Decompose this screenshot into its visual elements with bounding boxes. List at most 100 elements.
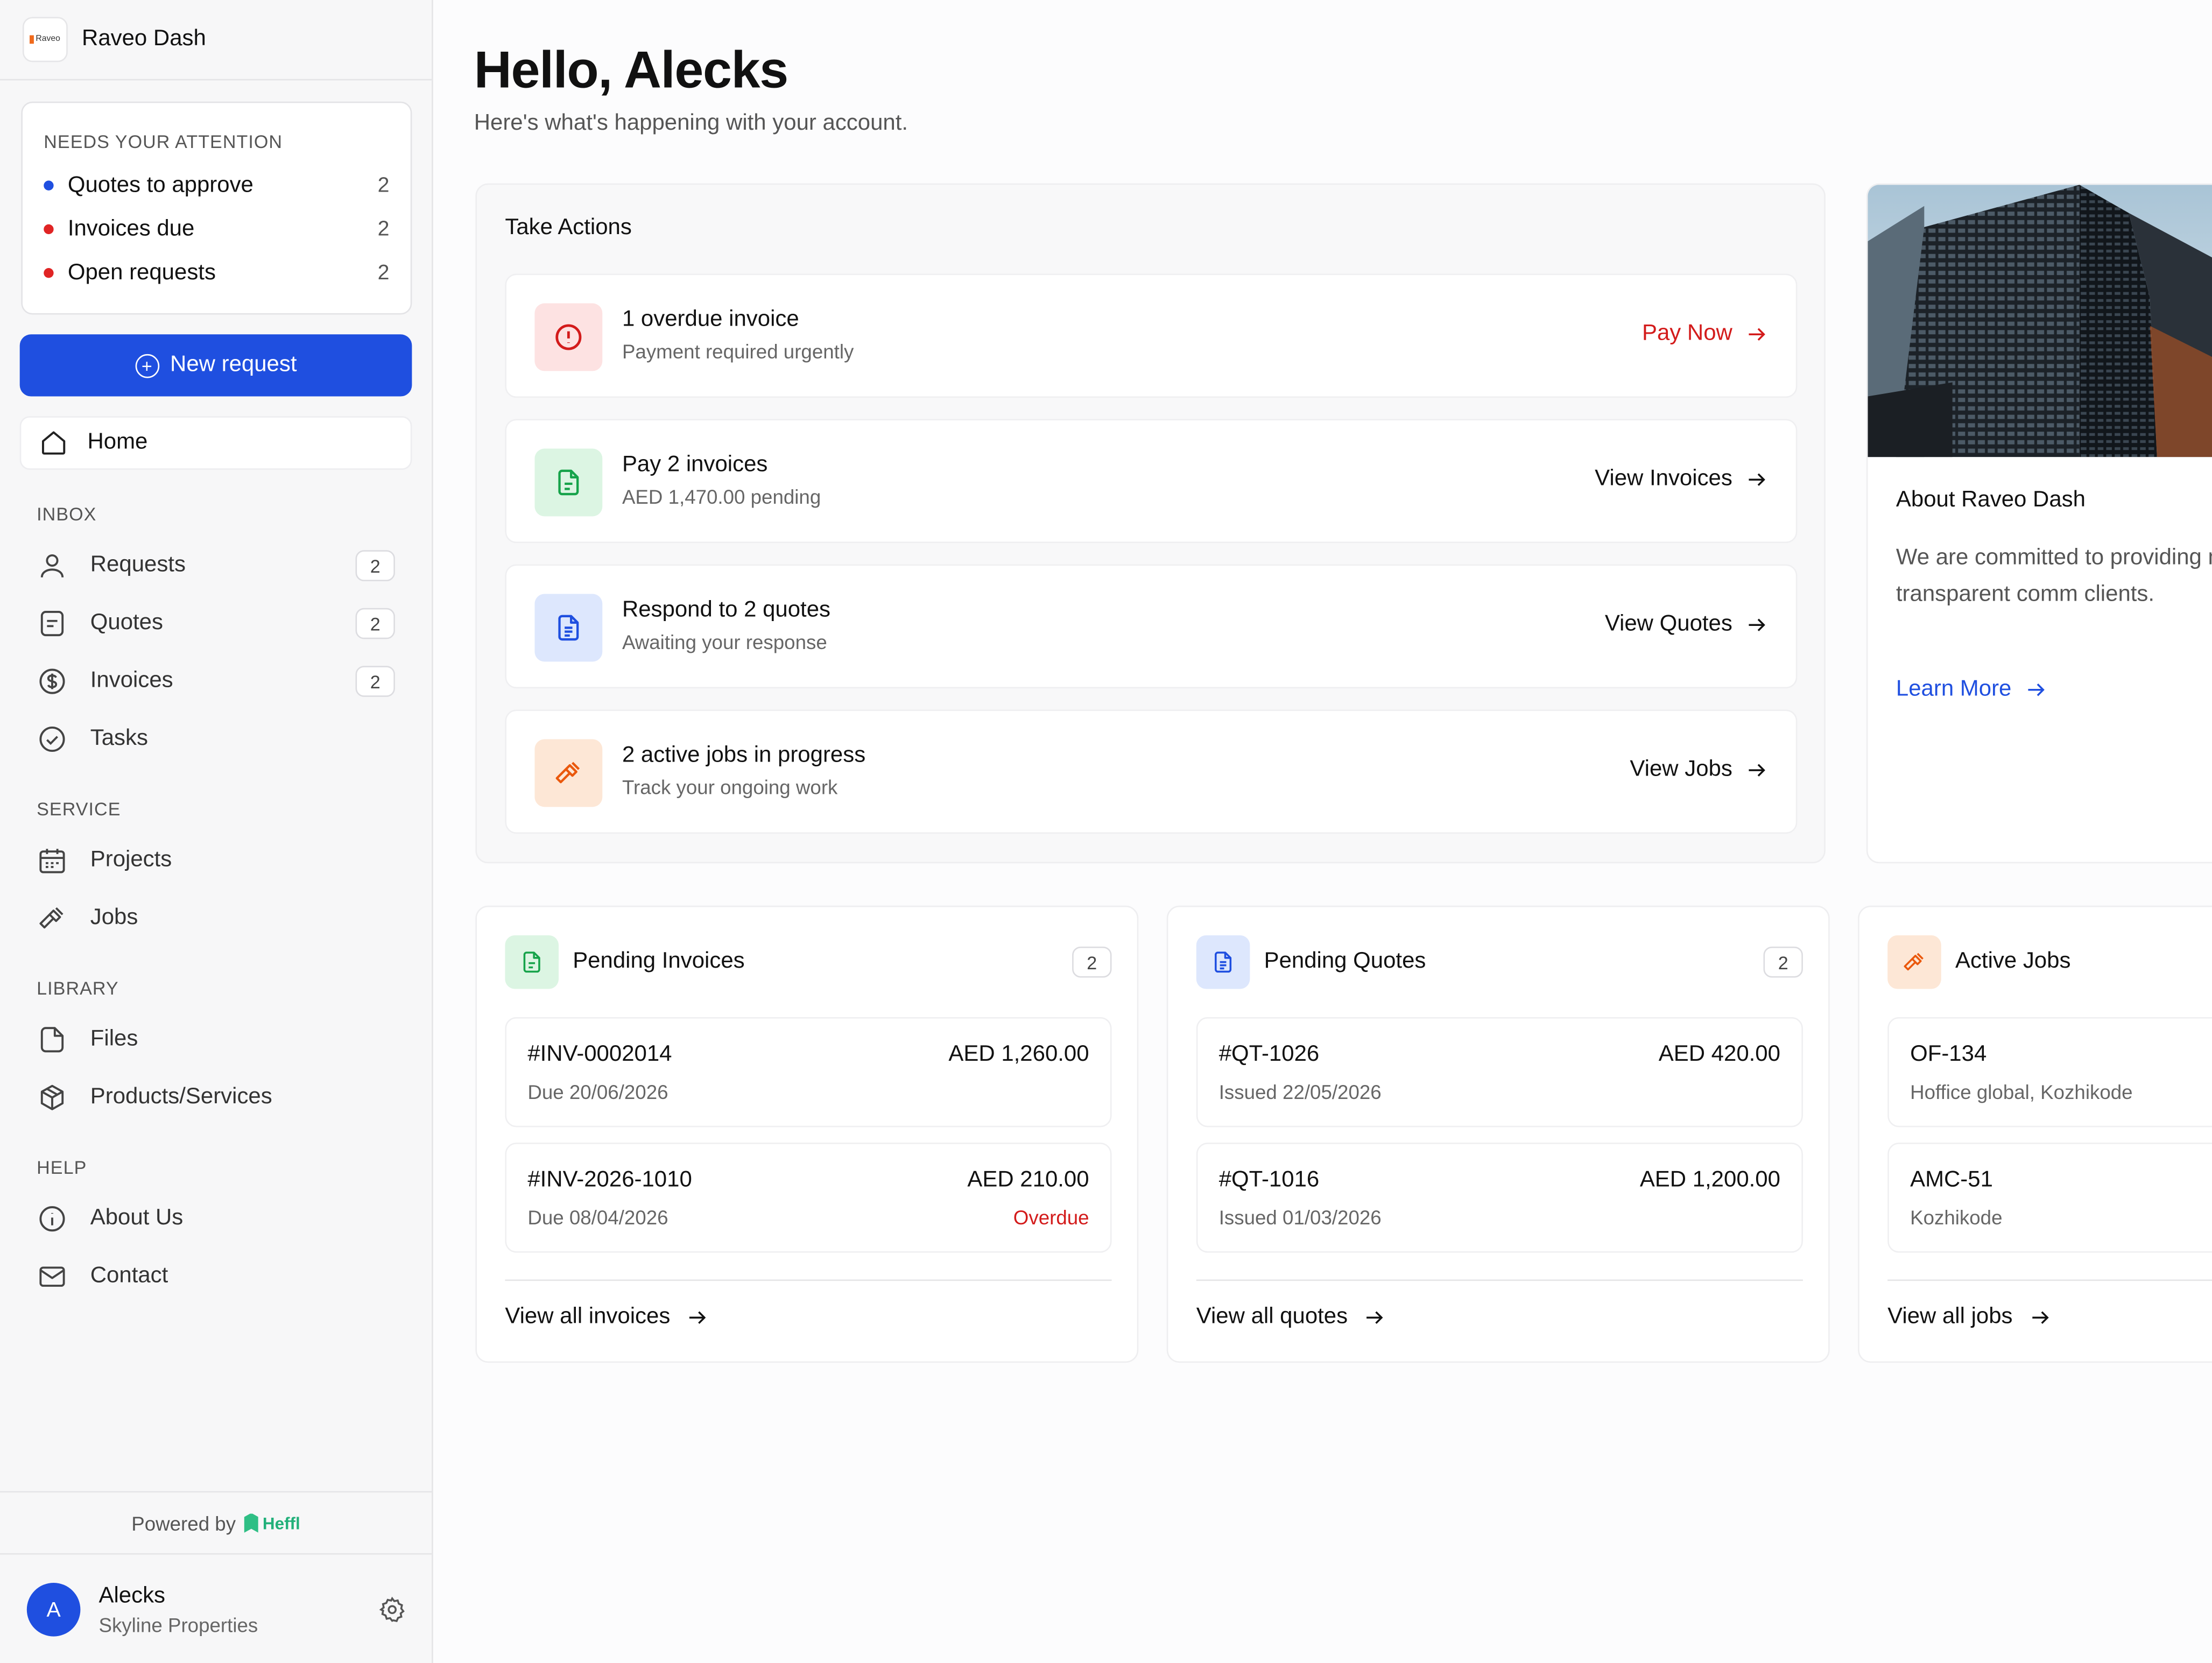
invoice-item[interactable]: #INV-0002014 Due 20/06/2026 AED 1,260.00 <box>505 1017 1112 1128</box>
view-all-invoices-link[interactable]: View all invoices <box>505 1305 708 1330</box>
invoice-due: Due 20/06/2026 <box>527 1080 668 1103</box>
red-dot-icon <box>44 268 54 278</box>
invoice-item[interactable]: #INV-2026-1010 Due 08/04/2026 AED 210.00… <box>505 1143 1112 1253</box>
sidebar-item-label: Requests <box>90 553 186 577</box>
sidebar-item-invoices[interactable]: Invoices 2 <box>37 660 395 703</box>
sidebar-item-label: Files <box>90 1027 138 1051</box>
view-all-label: View all jobs <box>1887 1305 2013 1329</box>
job-id: OF-134 <box>1910 1042 1987 1067</box>
avatar: A <box>26 1582 81 1637</box>
arrow-right-icon <box>1366 1311 1384 1324</box>
learn-more-link[interactable]: Learn More <box>1896 677 2047 702</box>
attention-item-requests[interactable]: Open requests 2 <box>44 251 389 295</box>
sidebar-item-contact[interactable]: Contact <box>37 1256 395 1298</box>
brand-logo: Raveo <box>22 17 68 62</box>
invoice-amount: AED 210.00 <box>967 1168 1089 1192</box>
count-badge: 2 <box>355 550 395 581</box>
job-item[interactable]: OF-134 Hoffice global, Kozhikode <box>1887 1017 2212 1128</box>
panel-header: Pending Invoices 2 <box>505 935 1112 989</box>
action-row-jobs[interactable]: 2 active jobs in progress Track your ong… <box>505 709 1798 834</box>
attention-label: Open requests <box>67 260 216 285</box>
divider <box>1887 1279 2212 1281</box>
vendor-name: Heffl <box>262 1513 300 1533</box>
sidebar-item-label: Invoices <box>90 668 173 693</box>
quote-item[interactable]: #QT-1026 Issued 22/05/2026 AED 420.00 <box>1196 1017 1803 1128</box>
attention-label: Invoices due <box>67 216 195 241</box>
action-row-overdue[interactable]: 1 overdue invoice Payment required urgen… <box>505 273 1798 398</box>
divider <box>505 1279 1112 1281</box>
gear-icon[interactable] <box>378 1596 406 1624</box>
action-link-label: View Jobs <box>1630 757 1732 782</box>
view-quotes-link[interactable]: View Quotes <box>1605 612 1768 638</box>
blue-dot-icon <box>44 180 54 191</box>
about-card: About Raveo Dash We are committed to pro… <box>1866 183 2212 864</box>
pending-invoices-panel: Pending Invoices 2 #INV-0002014 Due 20/0… <box>475 905 1139 1363</box>
sidebar-item-products[interactable]: Products/Services <box>37 1076 395 1119</box>
sidebar-item-about[interactable]: About Us <box>37 1197 395 1240</box>
vendor-logo[interactable]: Heffl <box>244 1513 300 1533</box>
action-link-label: View Invoices <box>1595 467 1732 491</box>
sidebar-item-quotes[interactable]: Quotes 2 <box>37 602 395 645</box>
app-root: Raveo Raveo Dash NEEDS YOUR ATTENTION Qu… <box>0 0 2212 1663</box>
new-request-label: New request <box>170 353 297 377</box>
alert-circle-icon <box>534 303 603 371</box>
action-row-pay-invoices[interactable]: Pay 2 invoices AED 1,470.00 pending View… <box>505 419 1798 544</box>
invoice-due: Due 08/04/2026 <box>527 1206 668 1229</box>
sidebar-item-label: About Us <box>90 1206 184 1230</box>
job-item[interactable]: AMC-51 Kozhikode <box>1887 1143 2212 1253</box>
new-request-button[interactable]: + New request <box>19 334 412 397</box>
powered-by: Powered by Heffl <box>0 1491 432 1555</box>
sidebar-item-files[interactable]: Files <box>37 1019 395 1061</box>
calendar-icon <box>39 849 65 873</box>
about-text: We are committed to providing maintainin… <box>1896 546 2212 607</box>
invoice-doc-icon <box>534 448 603 517</box>
count-badge: 2 <box>1763 946 1803 978</box>
home-icon <box>41 431 66 455</box>
mail-icon <box>39 1266 65 1287</box>
section-service: SERVICE <box>37 798 121 820</box>
sidebar-item-label: Jobs <box>90 905 138 930</box>
sidebar-item-label: Tasks <box>90 726 148 751</box>
arrow-right-icon <box>1749 328 1765 341</box>
user-profile[interactable]: A Alecks Skyline Properties <box>0 1556 432 1663</box>
app-name: Raveo Dash <box>82 26 206 51</box>
sidebar-item-requests[interactable]: Requests 2 <box>37 545 395 587</box>
active-jobs-panel: Active Jobs OF-134 Hoffice global, Kozhi… <box>1858 905 2212 1363</box>
view-jobs-link[interactable]: View Jobs <box>1630 758 1767 783</box>
brand-header[interactable]: Raveo Raveo Dash <box>0 0 432 81</box>
hammer-icon <box>39 907 64 929</box>
page-title: Hello, Alecks <box>474 41 788 99</box>
sidebar-item-jobs[interactable]: Jobs <box>37 897 395 940</box>
view-all-label: View all invoices <box>505 1305 671 1329</box>
panel-title: Pending Invoices <box>573 949 745 974</box>
quote-amount: AED 420.00 <box>1658 1042 1780 1067</box>
sidebar-item-home[interactable]: Home <box>19 416 412 470</box>
view-all-jobs-link[interactable]: View all jobs <box>1887 1305 2051 1330</box>
plus-circle-icon: + <box>135 353 159 378</box>
check-circle-icon <box>39 726 65 752</box>
sidebar-item-tasks[interactable]: Tasks <box>37 718 395 760</box>
learn-more-label: Learn More <box>1896 677 2012 701</box>
file-icon <box>40 1027 64 1053</box>
about-title: About Raveo Dash <box>1896 488 2086 512</box>
action-subtitle: Payment required urgently <box>622 340 854 363</box>
pay-now-link[interactable]: Pay Now <box>1642 322 1767 347</box>
job-location: Hoffice global, Kozhikode <box>1910 1080 2133 1103</box>
heffl-logo-icon <box>244 1513 259 1533</box>
red-dot-icon <box>44 224 54 235</box>
attention-item-invoices[interactable]: Invoices due 2 <box>44 207 389 251</box>
view-invoices-link[interactable]: View Invoices <box>1595 467 1767 492</box>
view-all-label: View all quotes <box>1196 1305 1348 1329</box>
action-link-label: View Quotes <box>1604 612 1732 637</box>
action-row-quotes[interactable]: Respond to 2 quotes Awaiting your respon… <box>505 564 1798 689</box>
arrow-right-icon <box>1749 618 1765 631</box>
view-all-quotes-link[interactable]: View all quotes <box>1196 1305 1386 1330</box>
quote-item[interactable]: #QT-1016 Issued 01/03/2026 AED 1,200.00 <box>1196 1143 1803 1253</box>
action-title: Pay 2 invoices <box>622 453 768 477</box>
sidebar-item-projects[interactable]: Projects <box>37 840 395 882</box>
quote-id: #QT-1016 <box>1218 1168 1320 1192</box>
attention-item-quotes[interactable]: Quotes to approve 2 <box>44 164 389 207</box>
hammer-icon <box>534 739 603 807</box>
action-title: 2 active jobs in progress <box>622 743 866 767</box>
job-id: AMC-51 <box>1910 1168 1993 1192</box>
